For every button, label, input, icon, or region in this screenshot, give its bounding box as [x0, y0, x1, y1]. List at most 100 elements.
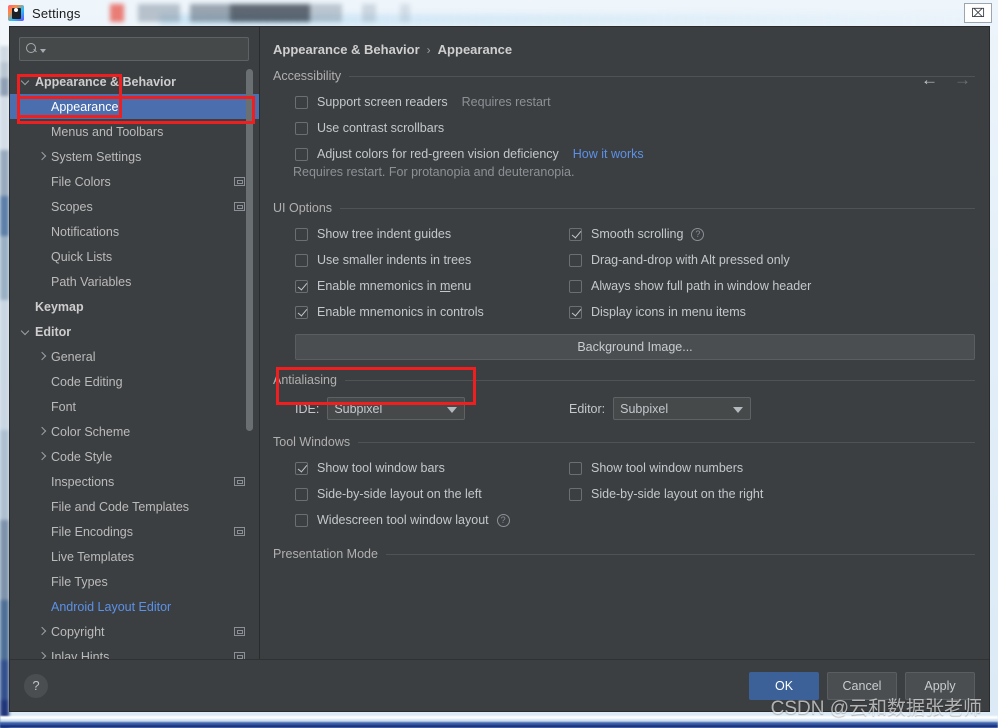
- help-icon[interactable]: ?: [691, 227, 705, 241]
- sidebar-item-code-editing[interactable]: Code Editing: [10, 369, 259, 394]
- sidebar-item-path-variables[interactable]: Path Variables: [10, 269, 259, 294]
- sidebar-item-file-and-code-templates[interactable]: File and Code Templates: [10, 494, 259, 519]
- checkbox-display-icons-in-menu-items[interactable]: [569, 305, 582, 319]
- configure-icon[interactable]: [234, 177, 245, 186]
- sidebar-item-quick-lists[interactable]: Quick Lists: [10, 244, 259, 269]
- ide-antialiasing-select[interactable]: Subpixel: [327, 397, 466, 420]
- configure-icon[interactable]: [234, 477, 245, 486]
- configure-icon[interactable]: [234, 652, 245, 659]
- configure-icon[interactable]: [234, 202, 245, 211]
- checkbox-drag-and-drop-with-alt-pressed-only[interactable]: [569, 253, 582, 267]
- editor-antialiasing-select[interactable]: Subpixel: [613, 397, 752, 420]
- checkbox-row[interactable]: Enable mnemonics in menu: [295, 273, 569, 299]
- checkbox-show-tree-indent-guides[interactable]: [295, 227, 308, 241]
- checkbox-side-by-side-layout-on-the-left[interactable]: [295, 487, 308, 501]
- section-divider: [349, 75, 975, 77]
- checkbox-row[interactable]: Adjust colors for red-green vision defic…: [295, 141, 975, 167]
- sidebar-item-general[interactable]: General: [10, 344, 259, 369]
- checkbox-adjust-colors-for-red-green-vision-deficiency[interactable]: [295, 147, 308, 161]
- checkbox-always-show-full-path-in-window-header[interactable]: [569, 279, 582, 293]
- checkbox-row[interactable]: Support screen readers Requires restart: [295, 89, 975, 115]
- sidebar-scrollbar-track[interactable]: [246, 67, 256, 659]
- sidebar-item-live-templates[interactable]: Live Templates: [10, 544, 259, 569]
- sidebar-item-file-types[interactable]: File Types: [10, 569, 259, 594]
- sidebar-item-system-settings[interactable]: System Settings: [10, 144, 259, 169]
- chevron-right-icon[interactable]: [36, 151, 47, 162]
- close-icon[interactable]: ⌧: [964, 3, 992, 23]
- checkbox-smooth-scrolling[interactable]: [569, 227, 582, 241]
- sidebar-item-file-encodings[interactable]: File Encodings: [10, 519, 259, 544]
- sidebar-item-menus-and-toolbars[interactable]: Menus and Toolbars: [10, 119, 259, 144]
- checkbox-side-by-side-layout-on-the-right[interactable]: [569, 487, 582, 501]
- search-dropdown-caret-icon[interactable]: [40, 49, 46, 53]
- search-input[interactable]: [50, 42, 242, 56]
- checkbox-row[interactable]: Show tool window bars: [295, 455, 569, 481]
- arrow-right-icon[interactable]: →: [954, 71, 971, 88]
- sidebar-item-label: Keymap: [35, 299, 84, 314]
- configure-icon[interactable]: [234, 527, 245, 536]
- chevron-down-icon[interactable]: [20, 326, 31, 337]
- chevron-right-icon[interactable]: [36, 451, 47, 462]
- chevron-right-icon[interactable]: [36, 651, 47, 659]
- checkbox-row[interactable]: Use contrast scrollbars: [295, 115, 975, 141]
- checkbox-use-contrast-scrollbars[interactable]: [295, 121, 308, 135]
- sidebar-item-scopes[interactable]: Scopes: [10, 194, 259, 219]
- checkbox-enable-mnemonics-in-controls[interactable]: [295, 305, 308, 319]
- checkbox-row[interactable]: Use smaller indents in trees: [295, 247, 569, 273]
- chevron-down-icon[interactable]: [20, 76, 31, 87]
- breadcrumb-current: Appearance: [437, 42, 513, 57]
- checkbox-row[interactable]: Show tool window numbers: [569, 455, 763, 481]
- checkbox-support-screen-readers[interactable]: [295, 95, 308, 109]
- sidebar-item-notifications[interactable]: Notifications: [10, 219, 259, 244]
- chevron-right-icon[interactable]: [36, 426, 47, 437]
- help-icon[interactable]: ?: [496, 513, 510, 527]
- checkbox-enable-mnemonics-in-menu[interactable]: [295, 279, 308, 293]
- sidebar-item-file-colors[interactable]: File Colors: [10, 169, 259, 194]
- ui-options-columns: Show tree indent guides Use smaller inden…: [271, 215, 975, 325]
- breadcrumb-parent[interactable]: Appearance & Behavior: [273, 42, 420, 57]
- sidebar-item-inlay-hints[interactable]: Inlay Hints: [10, 644, 259, 659]
- background-image-button[interactable]: Background Image...: [295, 334, 975, 360]
- checkbox-label: Use contrast scrollbars: [317, 121, 445, 135]
- search-box[interactable]: [19, 37, 249, 61]
- checkbox-row[interactable]: Enable mnemonics in controls: [295, 299, 569, 325]
- tool-windows-left-column: Show tool window bars Side-by-side layout…: [295, 455, 569, 533]
- checkbox-row[interactable]: Always show full path in window header: [569, 273, 811, 299]
- sidebar-item-color-scheme[interactable]: Color Scheme: [10, 419, 259, 444]
- chevron-down-icon[interactable]: [733, 407, 744, 413]
- sidebar-item-appearance-behavior[interactable]: Appearance & Behavior: [10, 69, 259, 94]
- how-it-works-link[interactable]: How it works: [573, 147, 644, 161]
- help-icon[interactable]: ?: [24, 673, 48, 698]
- chevron-right-icon[interactable]: [36, 626, 47, 637]
- checkbox-label: Side-by-side layout on the right: [591, 487, 764, 501]
- sidebar-item-label: Copyright: [51, 624, 105, 639]
- chevron-right-icon[interactable]: [36, 351, 47, 362]
- checkbox-row[interactable]: Smooth scrolling?: [569, 221, 811, 247]
- sidebar-item-inspections[interactable]: Inspections: [10, 469, 259, 494]
- sidebar-item-copyright[interactable]: Copyright: [10, 619, 259, 644]
- sidebar-item-appearance[interactable]: Appearance: [10, 94, 259, 119]
- checkbox-row[interactable]: Widescreen tool window layout?: [295, 507, 569, 533]
- sidebar-item-editor[interactable]: Editor: [10, 319, 259, 344]
- sidebar-item-android-layout-editor[interactable]: Android Layout Editor: [10, 594, 259, 619]
- checkbox-show-tool-window-numbers[interactable]: [569, 461, 582, 475]
- checkbox-row[interactable]: Side-by-side layout on the left: [295, 481, 569, 507]
- configure-icon[interactable]: [234, 627, 245, 636]
- settings-tree[interactable]: Appearance & Behavior Appearance Menus and…: [10, 67, 259, 659]
- arrow-left-icon[interactable]: ←: [921, 71, 938, 88]
- sidebar-item-font[interactable]: Font: [10, 394, 259, 419]
- checkbox-use-smaller-indents-in-trees[interactable]: [295, 253, 308, 267]
- chevron-down-icon[interactable]: [447, 407, 458, 413]
- checkbox-row[interactable]: Display icons in menu items: [569, 299, 811, 325]
- checkbox-row[interactable]: Drag-and-drop with Alt pressed only: [569, 247, 811, 273]
- checkbox-show-tool-window-bars[interactable]: [295, 461, 308, 475]
- checkbox-row[interactable]: Side-by-side layout on the right: [569, 481, 763, 507]
- sidebar-scrollbar-thumb[interactable]: [246, 69, 253, 431]
- sidebar-item-keymap[interactable]: Keymap: [10, 294, 259, 319]
- checkbox-widescreen-tool-window-layout[interactable]: [295, 513, 308, 527]
- sidebar-item-code-style[interactable]: Code Style: [10, 444, 259, 469]
- sidebar-item-label: Path Variables: [51, 274, 132, 289]
- checkbox-row[interactable]: Show tree indent guides: [295, 221, 569, 247]
- sidebar-item-label: File Encodings: [51, 524, 133, 539]
